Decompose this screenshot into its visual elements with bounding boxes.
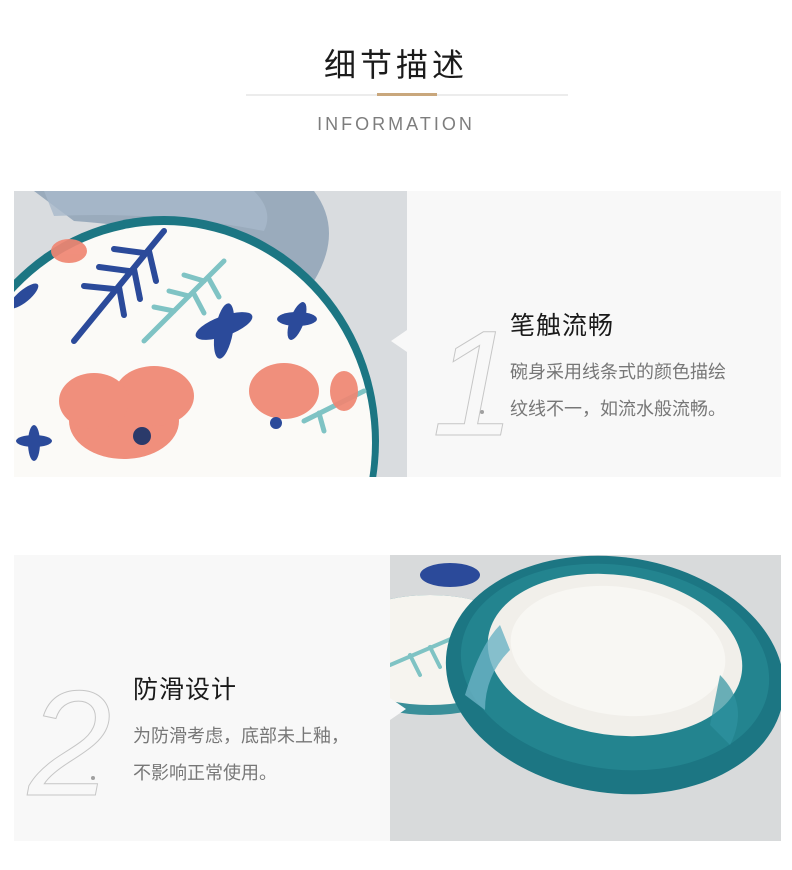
title-accent-line: [377, 93, 437, 96]
feature-1-number-dot: [480, 410, 484, 414]
feature-1-desc-line-2: 纹线不一，如流水般流畅。: [510, 399, 726, 420]
feature-2-pointer: [390, 698, 406, 720]
feature-2-number: 2: [27, 659, 112, 827]
page-title: 细节描述: [323, 46, 468, 84]
painted-plate-image: [14, 191, 407, 477]
feature-1-pointer: [391, 330, 407, 352]
feature-2-title: 防滑设计: [133, 675, 238, 704]
section-header: 细节描述 INFORMATION: [0, 0, 792, 160]
feature-2-desc-line-1: 为防滑考虑，底部未上釉，: [133, 726, 349, 747]
bowl-bottom-image: [390, 555, 781, 841]
feature-2-desc-line-2: 不影响正常使用。: [133, 763, 277, 784]
feature-1-title: 笔触流畅: [510, 311, 615, 340]
feature-1-photo: [14, 191, 407, 477]
page-subtitle: INFORMATION: [317, 114, 475, 134]
feature-1-desc-line-1: 碗身采用线条式的颜色描绘: [510, 362, 726, 383]
feature-1-number: 1: [431, 299, 516, 467]
feature-2-photo: [390, 555, 781, 841]
feature-2-number-dot: [91, 776, 95, 780]
